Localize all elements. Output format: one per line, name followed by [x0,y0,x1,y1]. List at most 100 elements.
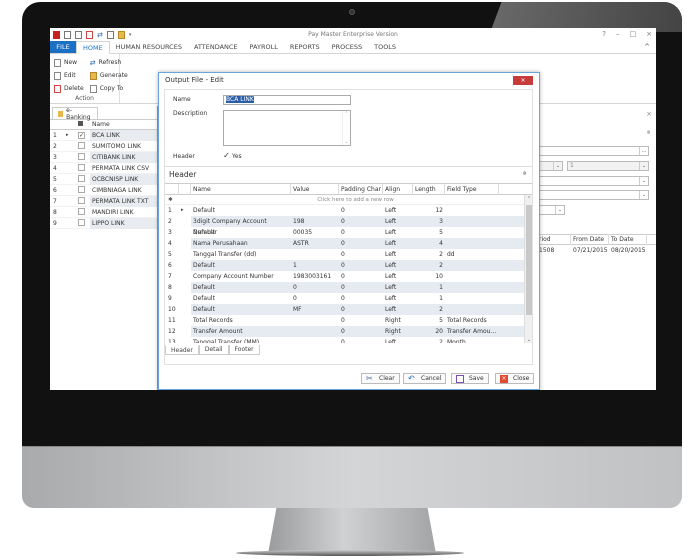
table-row[interactable]: 7 Company Account Number 1983003161 0 Left 10 [165,271,532,282]
row-checkbox[interactable] [78,185,85,193]
grid-scrollbar[interactable]: ⌃ ⌄ [524,195,532,343]
copy-to-button[interactable]: Copy To [89,83,128,94]
row-checkbox[interactable] [78,196,85,204]
list-item[interactable]: 7 PERMATA LINK TXT [50,195,157,207]
table-row[interactable]: 12 Transfer Amount 0 Right 20 Transfer Amou..… [165,326,532,337]
tab-file[interactable]: FILE [50,41,76,53]
row-number: 10 [165,304,179,315]
list-item[interactable]: 5 OCBCNISP LINK [50,173,157,185]
table-row[interactable]: 1 ▸ Default 0 Left 12 [165,205,532,216]
description-scrollbar[interactable]: ⌃ ⌄ [342,111,350,145]
list-item[interactable]: 1 ▸ ✓ BCA LINK [50,129,157,141]
pin-icon[interactable]: ª [647,130,650,137]
minimize-icon[interactable]: – [616,30,620,38]
delete-button[interactable]: Delete [54,83,84,94]
row-checkbox[interactable] [78,152,85,160]
close-button[interactable]: × Close [495,373,535,384]
list-item[interactable]: 3 CITIBANK LINK [50,151,157,163]
cancel-button[interactable]: ↶ Cancel [403,373,447,384]
pin-icon[interactable]: ª [523,171,526,178]
column-field-type[interactable]: Field Type [445,184,499,195]
column-align[interactable]: Align [383,184,413,195]
table-row[interactable]: 2 3digit Company Account Number 198 0 Left 3 [165,216,532,236]
dialog-close-button[interactable]: × [513,76,533,85]
table-row[interactable]: 11 Total Records 0 Right 5 Total Records [165,315,532,326]
ellipsis-icon[interactable]: … [639,147,648,155]
tab-payroll[interactable]: PAYROLL [244,41,284,53]
align: Left [385,207,397,214]
delete-icon [54,84,61,93]
tab-attendance[interactable]: ATTENDANCE [188,41,244,53]
list-item[interactable]: 2 SUMITOMO LINK [50,141,157,152]
add-new-row[interactable]: ✱ Click here to add a new row [165,195,532,205]
table-row[interactable]: 5 Tanggal Transfer (dd) 0 Left 2 dd [165,249,532,260]
help-icon[interactable]: ? [602,30,606,38]
table-row[interactable]: 8 Default 0 0 Left 1 [165,282,532,293]
scroll-down-icon[interactable]: ⌄ [525,337,532,343]
select-all-checkbox[interactable] [78,121,83,126]
tab-header[interactable]: Header [165,345,199,355]
table-row[interactable]: 1508 07/21/2015 08/20/2015 [537,245,656,256]
row-checkbox[interactable]: ✓ [78,131,85,139]
row-number: 9 [168,295,172,302]
table-row[interactable]: 10 Default MF 0 Left 2 [165,304,532,315]
dropdown-2[interactable]: ⌄ [537,190,649,200]
number-select[interactable]: 1 ⌄ [567,161,649,171]
row-checkbox[interactable] [78,174,85,182]
row-checkbox[interactable] [78,218,85,226]
row-number: 3 [53,153,57,161]
row-checkbox[interactable] [78,163,85,171]
period-select[interactable]: ⌄ [537,161,563,171]
column-name[interactable]: Name [191,184,291,195]
tab-human-resources[interactable]: HUMAN RESOURCES [110,41,188,53]
column-name[interactable]: Name [90,121,110,128]
close-icon[interactable]: × [646,30,652,38]
collapse-ribbon-icon[interactable]: ^ [644,43,650,51]
field-name: 3digit Company Account Number [193,218,267,236]
column-value[interactable]: Value [291,184,339,195]
column-from-date[interactable]: From Date [571,234,609,245]
tab-tools[interactable]: TOOLS [368,41,402,53]
table-row[interactable]: 13 Tanggal Transfer (MM) 0 Left 2 Month [165,337,532,343]
header-checkbox[interactable]: ✓ Yes [223,152,242,161]
row-checkbox[interactable] [78,141,85,149]
tab-process[interactable]: PROCESS [326,41,368,53]
tab-footer[interactable]: Footer [228,345,260,355]
new-button[interactable]: New [54,57,84,68]
browse-field[interactable]: … [537,146,649,156]
scrollbar-thumb[interactable] [526,205,532,315]
scroll-up-icon[interactable]: ⌃ [525,196,532,202]
bank-link-name: PERMATA LINK TXT [90,195,157,207]
chevron-down-icon: ⌄ [555,206,564,214]
column-period[interactable]: riod [537,234,571,245]
list-item[interactable]: 6 CIMBNIAGA LINK [50,185,157,196]
tab-e-banking[interactable]: e-Banking [52,107,98,121]
save-icon [456,374,464,383]
dropdown-3[interactable]: ⌄ [537,205,565,215]
list-item[interactable]: 9 LIPPO LINK [50,217,157,229]
tab-detail[interactable]: Detail [198,345,229,355]
clear-button[interactable]: ✂ Clear [361,373,400,384]
title-bar: ⇄ ▾ Pay Master Enterprise Version ? – □ … [50,28,656,42]
dropdown-1[interactable]: ⌄ [537,176,649,186]
edit-button[interactable]: Edit [54,70,84,81]
table-row[interactable]: 4 Nama Perusahaan ASTR 0 Left 4 [165,238,532,249]
tab-reports[interactable]: REPORTS [284,41,326,53]
close-icon[interactable]: × [646,110,652,118]
save-button[interactable]: Save [451,373,489,384]
name-input[interactable]: BCA LINK [223,95,351,105]
list-item[interactable]: 8 MANDIRI LINK [50,207,157,218]
table-row[interactable]: 3 Default 00035 0 Left 5 [165,227,532,238]
column-length[interactable]: Length [413,184,445,195]
description-input[interactable]: ⌃ ⌄ [223,110,351,146]
generate-button[interactable]: Generate [89,70,128,81]
maximize-icon[interactable]: □ [630,30,637,38]
list-item[interactable]: 4 PERMATA LINK CSV [50,163,157,174]
row-checkbox[interactable] [78,207,85,215]
tab-home[interactable]: HOME [76,41,110,54]
column-padding-char[interactable]: Padding Char [339,184,383,195]
table-row[interactable]: 6 Default 1 0 Left 2 [165,260,532,271]
table-row[interactable]: 9 Default 0 0 Left 1 [165,293,532,304]
refresh-button[interactable]: ⇄ Refresh [90,57,128,68]
column-to-date[interactable]: To Date [609,234,647,245]
